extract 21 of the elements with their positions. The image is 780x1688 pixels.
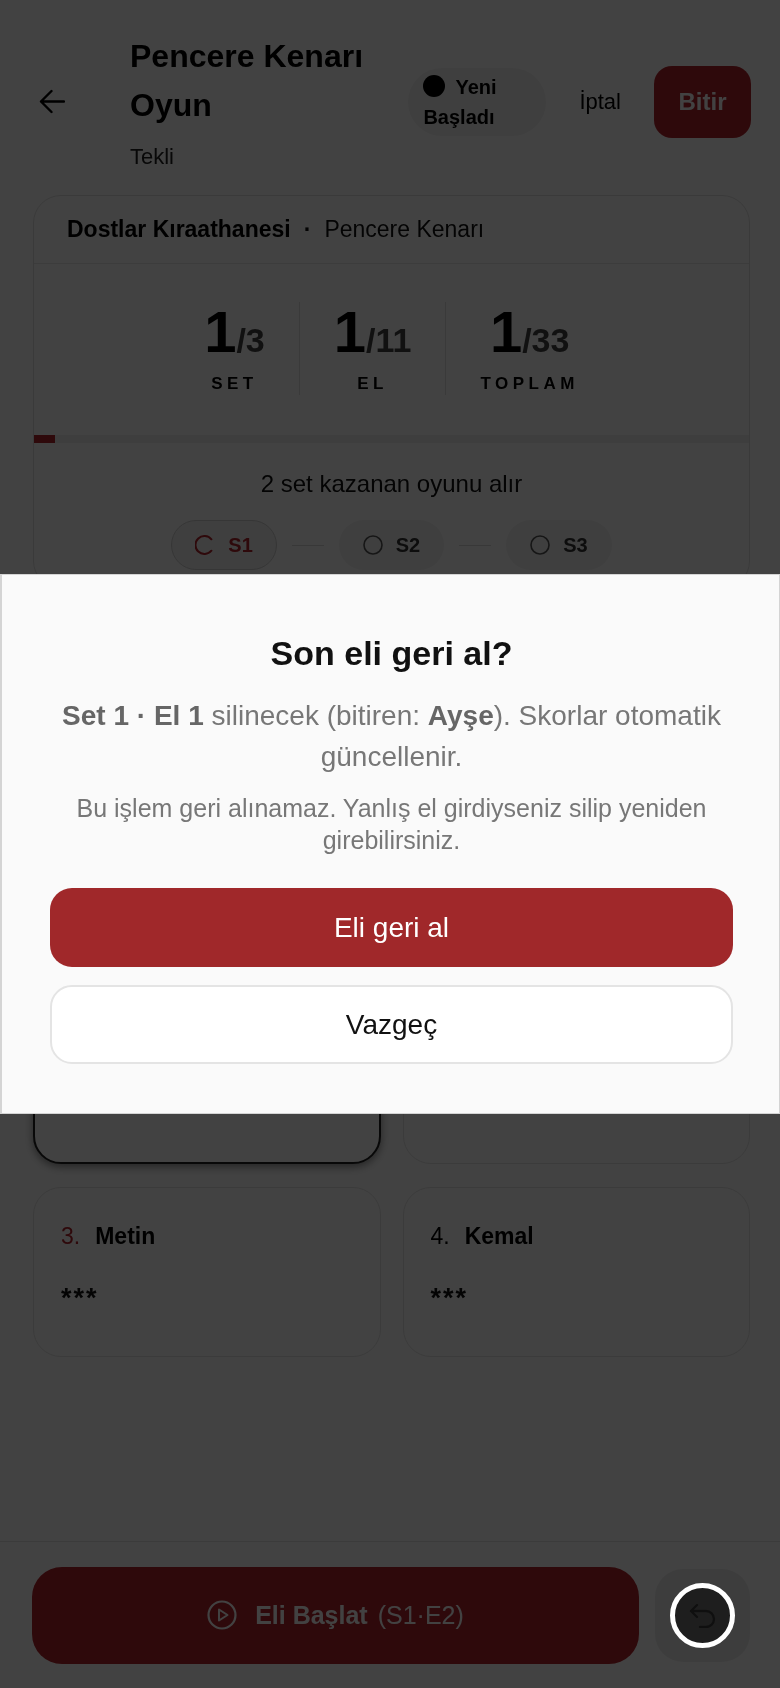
confirm-button[interactable]: Eli geri al bbox=[50, 888, 733, 967]
table-name: Pencere Kenarı bbox=[324, 216, 485, 243]
separator-text: · bbox=[303, 216, 312, 243]
cancel-button[interactable]: Vazgeç bbox=[50, 985, 733, 1064]
player-score: *** bbox=[430, 1283, 469, 1313]
rule-text: 2 set kazanan oyunu alır bbox=[260, 469, 523, 499]
venue-name: Dostlar Kıraathanesi bbox=[67, 216, 291, 243]
player-number: 3. bbox=[61, 1222, 81, 1251]
status-text: Yeni Başladı bbox=[423, 75, 497, 128]
player-name: Kemal bbox=[464, 1222, 534, 1251]
game-type-label: Tekli bbox=[130, 143, 175, 171]
dialog-message: Set 1 · El 1 silinecek (bitiren: Ayşe). Skorlar otomatik güncellenir. bbox=[61, 699, 722, 774]
stat-label: SET bbox=[211, 373, 258, 395]
stat-label: EL bbox=[357, 373, 388, 395]
player-number: 4. bbox=[430, 1222, 450, 1251]
player-name: Metin bbox=[95, 1222, 156, 1251]
page-title: Pencere Kenarı Oyun bbox=[130, 37, 364, 125]
stat-label: TOPLAM bbox=[480, 373, 579, 395]
dialog-note: Bu işlem geri alınamaz. Yanlış el girdiyseniz silip yeniden girebilirsiniz. bbox=[75, 793, 708, 856]
player-score: *** bbox=[61, 1283, 99, 1313]
dialog-title: Son eli geri al? bbox=[269, 633, 514, 673]
